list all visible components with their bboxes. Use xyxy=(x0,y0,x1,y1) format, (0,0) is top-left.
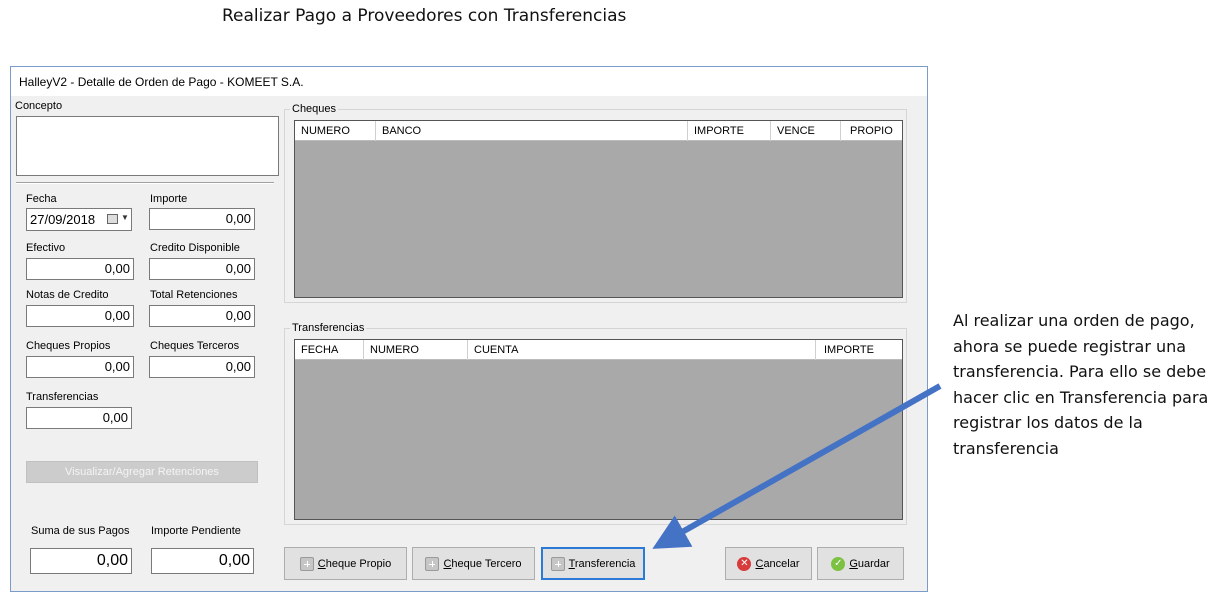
efectivo-field[interactable]: 0,00 xyxy=(26,258,134,280)
document-title: Realizar Pago a Proveedores con Transfer… xyxy=(222,6,627,26)
cheques-terceros-field[interactable]: 0,00 xyxy=(149,356,255,378)
credito-label: Credito Disponible xyxy=(150,242,240,254)
annotation-text: Al realizar una orden de pago, ahora se … xyxy=(953,311,1209,458)
suma-pagos-label: Suma de sus Pagos xyxy=(31,525,130,537)
importe-pendiente-field: 0,00 xyxy=(151,548,254,574)
chevron-down-icon[interactable]: ▼ xyxy=(121,213,129,222)
transferencias-grid[interactable]: FECHA NUMERO CUENTA IMPORTE xyxy=(294,339,903,520)
efectivo-label: Efectivo xyxy=(26,242,66,254)
cancelar-button[interactable]: ✕ Cancelar xyxy=(725,547,812,580)
column-header-vence[interactable]: VENCE xyxy=(771,121,841,141)
plus-icon xyxy=(550,556,565,571)
cheques-terceros-label: Cheques Terceros xyxy=(150,340,240,352)
concepto-textarea[interactable] xyxy=(16,116,279,176)
transferencia-label: Transferencia xyxy=(568,557,636,570)
importe-label: Importe xyxy=(150,193,188,205)
calendar-icon[interactable] xyxy=(107,214,118,224)
separator xyxy=(16,182,274,184)
transferencias-grid-header: FECHA NUMERO CUENTA IMPORTE xyxy=(295,340,902,360)
cheques-propios-field[interactable]: 0,00 xyxy=(26,356,134,378)
total-retenciones-field[interactable]: 0,00 xyxy=(149,305,255,327)
checkmark-icon: ✓ xyxy=(831,556,846,571)
cheque-propio-button[interactable]: Cheque Propio xyxy=(284,547,407,580)
cheques-grid[interactable]: NUMERO BANCO IMPORTE VENCE PROPIO xyxy=(294,120,903,298)
total-retenciones-label: Total Retenciones xyxy=(150,289,238,301)
guardar-button[interactable]: ✓ Guardar xyxy=(817,547,904,580)
payment-order-window: HalleyV2 - Detalle de Orden de Pago - KO… xyxy=(10,66,928,592)
notas-credito-field[interactable]: 0,00 xyxy=(26,305,134,327)
importe-field[interactable]: 0,00 xyxy=(149,208,255,230)
cancelar-label: Cancelar xyxy=(755,557,800,570)
column-header-fecha[interactable]: FECHA xyxy=(295,340,364,360)
window-title: HalleyV2 - Detalle de Orden de Pago - KO… xyxy=(11,67,927,96)
transferencias-legend: Transferencias xyxy=(290,322,367,334)
plus-icon xyxy=(425,556,440,571)
column-header-importe[interactable]: IMPORTE xyxy=(816,340,902,360)
column-header-numero[interactable]: NUMERO xyxy=(295,121,376,141)
column-header-banco[interactable]: BANCO xyxy=(376,121,688,141)
fecha-label: Fecha xyxy=(26,193,57,205)
cheque-tercero-label: Cheque Tercero xyxy=(443,557,522,570)
transferencia-button[interactable]: Transferencia xyxy=(541,547,645,580)
cheques-grid-header: NUMERO BANCO IMPORTE VENCE PROPIO xyxy=(295,121,902,141)
visualizar-retenciones-button[interactable]: Visualizar/Agregar Retenciones xyxy=(26,461,258,483)
cheques-propios-label: Cheques Propios xyxy=(26,340,111,352)
cheques-legend: Cheques xyxy=(290,103,339,115)
suma-pagos-field: 0,00 xyxy=(30,548,132,574)
column-header-numero[interactable]: NUMERO xyxy=(364,340,468,360)
cheque-tercero-button[interactable]: Cheque Tercero xyxy=(412,547,535,580)
credito-field[interactable]: 0,00 xyxy=(149,258,255,280)
concepto-label: Concepto xyxy=(15,100,63,112)
cheque-propio-label: Cheque Propio xyxy=(317,557,392,570)
transferencias-label: Transferencias xyxy=(26,391,99,403)
transferencias-field[interactable]: 0,00 xyxy=(26,407,132,429)
importe-pendiente-label: Importe Pendiente xyxy=(151,525,241,537)
column-header-cuenta[interactable]: CUENTA xyxy=(468,340,816,360)
cancel-icon: ✕ xyxy=(737,556,752,571)
column-header-importe[interactable]: IMPORTE xyxy=(688,121,771,141)
fecha-value: 27/09/2018 xyxy=(30,212,96,227)
notas-credito-label: Notas de Credito xyxy=(26,289,109,301)
fecha-date-picker[interactable]: 27/09/2018 ▼ xyxy=(26,208,132,231)
guardar-label: Guardar xyxy=(849,557,890,570)
column-header-propio[interactable]: PROPIO xyxy=(841,121,902,141)
plus-icon xyxy=(299,556,314,571)
